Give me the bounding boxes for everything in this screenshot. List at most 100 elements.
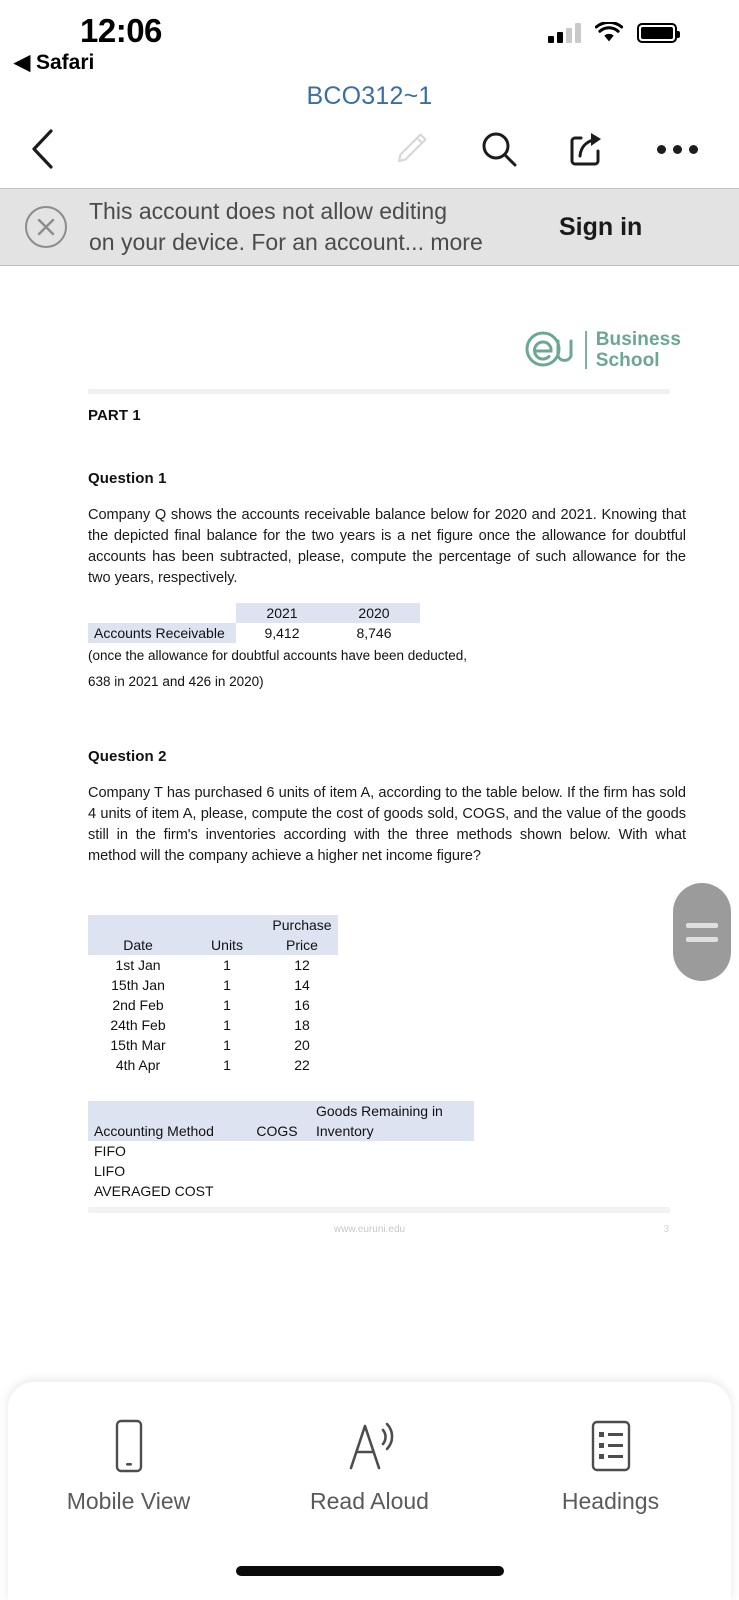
table-cell-2021: 9,412: [264, 625, 300, 641]
cell-method: AVERAGED COST: [94, 1183, 214, 1199]
table-row: 15th Jan 1 14: [88, 975, 338, 995]
cell-cogs: [238, 1161, 316, 1181]
table-cell-2020: 8,746: [356, 625, 392, 641]
handle-line: [686, 936, 718, 942]
table-cell: [238, 1101, 316, 1121]
cell-price: 20: [294, 1037, 310, 1053]
cell-cogs: [238, 1141, 316, 1161]
mobile-view-button[interactable]: Mobile View: [8, 1418, 249, 1515]
bottom-toolbar: Mobile View Read Aloud Headings: [8, 1382, 731, 1600]
question-2-paragraph: Company T has purchased 6 units of item …: [88, 785, 686, 864]
table-row: Accounts Receivable 9,412 8,746: [88, 623, 420, 643]
table-cell: [88, 915, 188, 935]
read-aloud-label: Read Aloud: [310, 1488, 429, 1514]
cell-price: 16: [294, 997, 310, 1013]
edit-button[interactable]: [382, 118, 440, 180]
accounts-receivable-table: 2021 2020 Accounts Receivable 9,412 8,74…: [88, 603, 420, 643]
cell-price: 14: [294, 977, 310, 993]
cell-price: 12: [294, 957, 310, 973]
battery-full-icon: [637, 23, 680, 43]
banner-message-line2: on your device. For an account...: [89, 229, 424, 255]
table-header-row-top: Purchase: [88, 915, 338, 935]
cell-inventory: [316, 1181, 474, 1201]
headings-button[interactable]: Headings: [490, 1418, 731, 1515]
cell-units: 1: [223, 977, 231, 993]
purchase-price-table: Purchase Date Units Price 1st Jan 1 12 1…: [88, 915, 338, 1075]
scroll-drag-handle[interactable]: [673, 883, 731, 981]
sign-in-button[interactable]: Sign in: [559, 213, 642, 242]
read-aloud-icon: [349, 1422, 393, 1470]
wifi-icon: [595, 22, 623, 42]
footer-page-number: 3: [663, 1224, 669, 1235]
logo-word-line2: School: [595, 350, 660, 371]
logo-word-line1: Business: [595, 329, 681, 350]
table-row: 15th Mar 1 20: [88, 1035, 338, 1055]
ios-status-bar: 12:06 ◀ Safari: [0, 0, 739, 78]
search-icon: [482, 132, 517, 167]
table-header-units: Units: [188, 935, 266, 955]
document-title: BCO312~1: [306, 82, 433, 110]
share-button[interactable]: [558, 118, 616, 180]
eu-business-school-logo: Business School: [523, 327, 681, 373]
headings-list-icon: [591, 1420, 630, 1472]
table-row: 1st Jan 1 12: [88, 955, 338, 975]
table-row: AVERAGED COST: [88, 1181, 474, 1201]
table-cell: [88, 603, 236, 623]
logo-divider: [584, 331, 587, 369]
cell-inventory: [316, 1161, 474, 1181]
table-header-goods-remaining-line1: Goods Remaining in: [316, 1101, 474, 1121]
cellular-signal-icon: [548, 23, 581, 43]
header-rule: [88, 389, 670, 394]
table-header-accounting-method: Accounting Method: [88, 1121, 238, 1141]
table-header-row-top: Goods Remaining in: [88, 1101, 474, 1121]
mobile-view-label: Mobile View: [66, 1488, 191, 1514]
banner-message: This account does not allow editing on y…: [89, 196, 559, 258]
status-bar-clock: 12:06: [80, 12, 162, 49]
cell-date: 2nd Feb: [112, 997, 164, 1013]
banner-message-line1: This account does not allow editing: [89, 198, 447, 224]
table-row: 24th Feb 1 18: [88, 1015, 338, 1035]
eu-logo-icon: [525, 331, 573, 367]
cell-units: 1: [223, 957, 231, 973]
search-button[interactable]: [470, 118, 528, 180]
cell-date: 15th Jan: [111, 977, 165, 993]
table-header-2020: 2020: [328, 603, 420, 623]
handle-line: [686, 922, 718, 928]
app-toolbar: [0, 118, 739, 180]
question-1-paragraph: Company Q shows the accounts receivable …: [88, 507, 686, 586]
banner-close-button[interactable]: [25, 206, 67, 248]
footer-rule: [88, 1207, 670, 1213]
question-1-note-line1: (once the allowance for doubtful account…: [88, 648, 468, 663]
cell-date: 1st Jan: [115, 957, 161, 973]
cell-units: 1: [223, 997, 231, 1013]
document-scroll-area[interactable]: Business School PART 1 Question 1 Compan…: [0, 267, 739, 1312]
cell-units: 1: [223, 1057, 231, 1073]
more-button[interactable]: [648, 118, 706, 180]
cell-method: LIFO: [94, 1163, 126, 1179]
headings-label: Headings: [561, 1488, 660, 1514]
back-to-safari-link[interactable]: ◀ Safari: [14, 50, 94, 75]
back-button[interactable]: [18, 118, 66, 180]
cell-units: 1: [223, 1017, 231, 1033]
cell-date: 4th Apr: [115, 1057, 161, 1073]
table-cell-label: Accounts Receivable: [88, 623, 236, 643]
table-header-price: Price: [266, 935, 338, 955]
table-row: LIFO: [88, 1161, 474, 1181]
ellipsis-icon: [656, 144, 698, 154]
table-cell: [88, 1101, 238, 1121]
footer-url: www.euruni.edu: [333, 1224, 406, 1235]
cell-inventory: [316, 1141, 474, 1161]
table-row: 2nd Feb 1 16: [88, 995, 338, 1015]
table-row: 4th Apr 1 22: [88, 1055, 338, 1075]
cell-date: 15th Mar: [110, 1037, 166, 1053]
banner-more-link[interactable]: more: [430, 229, 482, 255]
document-body: PART 1 Question 1 Company Q shows the ac…: [88, 407, 686, 1201]
read-aloud-button[interactable]: Read Aloud: [249, 1418, 490, 1515]
cell-method: FIFO: [94, 1143, 126, 1159]
table-header-row: 2021 2020: [88, 603, 420, 623]
status-bar-indicators: [548, 22, 680, 43]
question-1-heading: Question 1: [88, 470, 167, 487]
cell-price: 18: [294, 1017, 310, 1033]
table-row: FIFO: [88, 1141, 474, 1161]
cell-units: 1: [223, 1037, 231, 1053]
